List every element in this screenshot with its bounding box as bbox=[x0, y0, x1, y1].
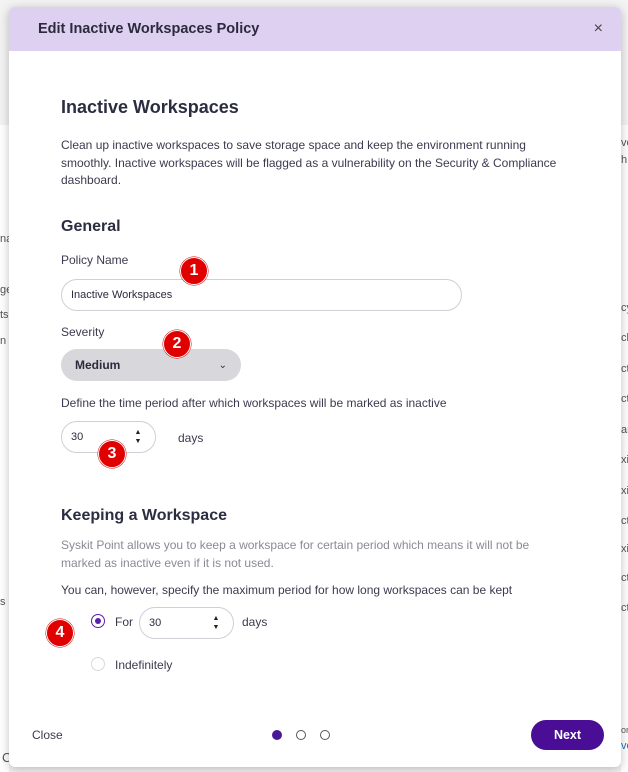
background-text: ts bbox=[0, 309, 9, 321]
background-text: ct bbox=[621, 393, 628, 405]
step-dot-2 bbox=[296, 730, 306, 740]
close-button[interactable]: Close bbox=[32, 728, 63, 742]
step-indicator bbox=[272, 730, 330, 740]
background-text: xi bbox=[621, 543, 628, 555]
background-text: ct bbox=[621, 602, 628, 614]
increment-arrow-icon[interactable]: ▲ bbox=[135, 428, 142, 437]
background-text: ct bbox=[621, 363, 628, 375]
next-button[interactable]: Next bbox=[531, 720, 604, 750]
section-heading-general: General bbox=[61, 218, 121, 235]
indefinitely-label: Indefinitely bbox=[115, 658, 173, 672]
background-text: xi bbox=[621, 454, 628, 466]
background-text: s bbox=[0, 596, 6, 608]
inactive-period-unit: days bbox=[178, 431, 204, 445]
severity-selected-value: Medium bbox=[75, 358, 121, 372]
policy-name-label: Policy Name bbox=[61, 253, 129, 267]
background-right-panel bbox=[621, 125, 628, 772]
stepper-arrows: ▲ ▼ bbox=[208, 614, 224, 632]
annotation-badge-3: 3 bbox=[98, 440, 126, 468]
background-text: xi bbox=[621, 485, 628, 497]
annotation-badge-4: 4 bbox=[46, 619, 74, 647]
annotation-badge-2: 2 bbox=[163, 330, 191, 358]
severity-label: Severity bbox=[61, 325, 105, 339]
policy-dialog: Edit Inactive Workspaces Policy × Inacti… bbox=[9, 7, 621, 767]
inactive-period-label: Define the time period after which works… bbox=[61, 396, 447, 410]
keep-period-value: 30 bbox=[149, 617, 162, 629]
background-text: ve bbox=[621, 137, 628, 149]
background-text: ar bbox=[621, 424, 628, 436]
close-icon[interactable]: × bbox=[594, 20, 603, 38]
for-label: For bbox=[115, 615, 133, 629]
severity-dropdown[interactable]: Medium ⌄ bbox=[61, 349, 241, 381]
background-left-panel bbox=[0, 125, 9, 772]
annotation-badge-1: 1 bbox=[180, 257, 208, 285]
dialog-header: Edit Inactive Workspaces Policy × bbox=[9, 7, 621, 51]
background-text: or bbox=[621, 725, 628, 735]
background-text: ct bbox=[621, 572, 628, 584]
max-period-label: You can, however, specify the maximum pe… bbox=[61, 583, 513, 597]
background-text: h bbox=[621, 154, 628, 166]
policy-name-input[interactable] bbox=[61, 279, 462, 311]
keep-period-stepper[interactable]: 30 ▲ ▼ bbox=[139, 607, 234, 639]
step-dot-3 bbox=[320, 730, 330, 740]
keeping-note: Syskit Point allows you to keep a worksp… bbox=[61, 538, 530, 570]
increment-arrow-icon[interactable]: ▲ bbox=[213, 614, 220, 623]
keep-period-unit: days bbox=[242, 615, 268, 629]
background-text: ct bbox=[621, 515, 628, 527]
section-heading-inactive-workspaces: Inactive Workspaces bbox=[61, 97, 239, 117]
radio-indefinitely[interactable] bbox=[91, 657, 105, 671]
radio-for-period[interactable] bbox=[91, 614, 105, 628]
section-description: Clean up inactive workspaces to save sto… bbox=[61, 138, 557, 187]
decrement-arrow-icon[interactable]: ▼ bbox=[135, 437, 142, 446]
inactive-period-value: 30 bbox=[71, 431, 84, 443]
background-text: ck bbox=[621, 332, 628, 344]
stepper-arrows: ▲ ▼ bbox=[130, 428, 146, 446]
background-text: cy bbox=[621, 302, 628, 314]
decrement-arrow-icon[interactable]: ▼ bbox=[213, 623, 220, 632]
step-dot-1 bbox=[272, 730, 282, 740]
section-heading-keeping-workspace: Keeping a Workspace bbox=[61, 507, 227, 524]
background-link-text: ve bbox=[621, 740, 628, 752]
dialog-title: Edit Inactive Workspaces Policy bbox=[38, 21, 260, 37]
chevron-down-icon: ⌄ bbox=[218, 359, 227, 371]
background-text: n bbox=[0, 335, 7, 347]
